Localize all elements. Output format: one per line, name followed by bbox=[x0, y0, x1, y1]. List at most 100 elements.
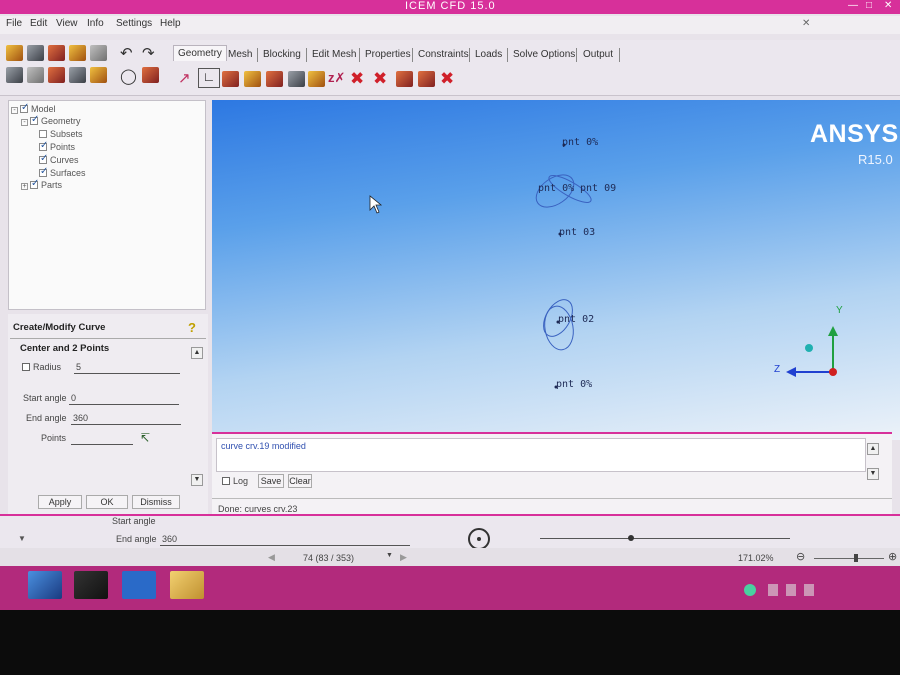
menu-edit[interactable]: Edit bbox=[30, 18, 47, 29]
message-scroll-down-icon[interactable]: ▼ bbox=[867, 468, 879, 480]
tab-mesh[interactable]: Mesh bbox=[228, 49, 252, 60]
menu-help[interactable]: Help bbox=[160, 18, 181, 29]
dropdown-icon[interactable]: ▼ bbox=[386, 552, 393, 559]
mesh-file-icon[interactable] bbox=[69, 45, 86, 61]
scroll-down-icon[interactable]: ▼ bbox=[191, 474, 203, 486]
tree-geometry[interactable]: -Geometry bbox=[21, 114, 81, 126]
collapse-icon[interactable]: - bbox=[11, 107, 18, 114]
checkbox-icon[interactable] bbox=[39, 153, 48, 164]
checkbox-icon[interactable] bbox=[39, 166, 48, 177]
end-angle-field[interactable]: 360 bbox=[71, 413, 181, 425]
timeline-track[interactable] bbox=[540, 538, 790, 539]
timeline-marker[interactable] bbox=[628, 535, 634, 541]
checkbox-icon[interactable] bbox=[30, 114, 39, 125]
zoom-slider[interactable] bbox=[814, 558, 884, 559]
tab-constraints[interactable]: Constraints bbox=[418, 49, 469, 60]
minimize-button[interactable]: — bbox=[848, 0, 858, 11]
create-curve-icon[interactable]: ∟ bbox=[198, 68, 220, 88]
tree-points[interactable]: Points bbox=[39, 140, 75, 152]
create-body-icon[interactable] bbox=[244, 71, 261, 87]
message-scroll-up-icon[interactable]: ▲ bbox=[867, 443, 879, 455]
next-page-icon[interactable]: ▶ bbox=[400, 552, 407, 563]
end-angle-field[interactable]: 360 bbox=[160, 534, 410, 546]
collapse-icon[interactable]: ▼ bbox=[18, 534, 26, 543]
measure-distance-icon[interactable] bbox=[48, 67, 65, 83]
menu-info[interactable]: Info bbox=[87, 18, 104, 29]
tray-volume-icon[interactable] bbox=[768, 584, 778, 596]
delete-body-icon[interactable] bbox=[418, 71, 435, 87]
tree-curves[interactable]: Curves bbox=[39, 153, 79, 165]
blocking-file-icon[interactable] bbox=[90, 45, 107, 61]
save-log-button[interactable]: Save bbox=[258, 474, 284, 488]
checkbox-icon[interactable] bbox=[39, 140, 48, 151]
message-log[interactable]: curve crv.19 modified bbox=[216, 438, 866, 472]
geometry-simplify-icon[interactable] bbox=[308, 71, 325, 87]
dismiss-button[interactable]: Dismiss bbox=[132, 495, 180, 509]
checkbox-icon[interactable] bbox=[20, 102, 29, 113]
zoom-slider-thumb[interactable] bbox=[854, 554, 858, 562]
maximize-button[interactable]: □ bbox=[866, 0, 872, 11]
delete-point-icon[interactable]: ✖ bbox=[350, 69, 364, 89]
apply-button[interactable]: Apply bbox=[38, 495, 82, 509]
ok-button[interactable]: OK bbox=[86, 495, 128, 509]
shade-icon[interactable]: ◯ bbox=[120, 67, 137, 85]
previous-page-icon[interactable]: ◀ bbox=[268, 552, 275, 563]
zoom-box-icon[interactable] bbox=[27, 67, 44, 83]
menu-view[interactable]: View bbox=[56, 18, 78, 29]
start-angle-field[interactable]: 0 bbox=[69, 393, 179, 405]
checkbox-icon[interactable] bbox=[30, 178, 39, 189]
tray-flag-icon[interactable] bbox=[804, 584, 814, 596]
app-icon[interactable] bbox=[28, 571, 62, 599]
tab-geometry[interactable]: Geometry bbox=[173, 45, 227, 61]
tab-properties[interactable]: Properties bbox=[365, 49, 411, 60]
delete-curve-icon[interactable]: ✖ bbox=[373, 69, 387, 89]
repair-geometry-icon[interactable] bbox=[288, 71, 305, 87]
save-project-icon[interactable] bbox=[27, 45, 44, 61]
tab-edit-mesh[interactable]: Edit Mesh bbox=[312, 49, 356, 60]
open-project-icon[interactable] bbox=[6, 45, 23, 61]
target-icon[interactable] bbox=[468, 528, 490, 550]
create-faceted-icon[interactable] bbox=[266, 71, 283, 87]
collapse-icon[interactable]: - bbox=[21, 119, 28, 126]
zoom-in-icon[interactable]: ⊕ bbox=[888, 550, 897, 563]
expand-icon[interactable]: + bbox=[21, 183, 28, 190]
tree-model[interactable]: -Model bbox=[11, 102, 56, 114]
graphics-viewport[interactable]: ANSYS R15.0 pnt 0% pnt 0% pnt 09 pnt 03 … bbox=[212, 100, 900, 440]
undo-icon[interactable]: ↶ bbox=[120, 44, 133, 62]
hide-icon[interactable] bbox=[90, 67, 107, 83]
tree-surfaces[interactable]: Surfaces bbox=[39, 166, 86, 178]
tab-output[interactable]: Output bbox=[583, 49, 613, 60]
tab-solve-options[interactable]: Solve Options bbox=[513, 49, 575, 60]
menu-file[interactable]: File bbox=[6, 18, 22, 29]
redo-icon[interactable]: ↷ bbox=[142, 44, 155, 62]
tray-battery-icon[interactable] bbox=[786, 584, 796, 596]
help-icon[interactable]: ? bbox=[188, 320, 196, 335]
create-surface-icon[interactable] bbox=[222, 71, 239, 87]
radius-field[interactable]: 5 bbox=[74, 362, 180, 374]
checkbox-icon[interactable] bbox=[39, 130, 47, 138]
zoom-out-icon[interactable]: ⊖ bbox=[796, 550, 805, 563]
tab-blocking[interactable]: Blocking bbox=[263, 49, 301, 60]
tray-network-icon[interactable] bbox=[744, 584, 756, 596]
close-icon[interactable]: ✕ bbox=[802, 18, 810, 29]
scroll-up-icon[interactable]: ▲ bbox=[191, 347, 203, 359]
file-explorer-icon[interactable] bbox=[170, 571, 204, 599]
log-checkbox[interactable]: Log bbox=[222, 476, 248, 486]
create-point-icon[interactable]: ↗ bbox=[178, 69, 191, 87]
fit-window-icon[interactable] bbox=[6, 67, 23, 83]
tree-parts[interactable]: +Parts bbox=[21, 178, 62, 190]
delete-any-entity-icon[interactable]: ✖ bbox=[440, 69, 454, 89]
solid-icon[interactable] bbox=[142, 67, 159, 83]
geometry-file-icon[interactable] bbox=[48, 45, 65, 61]
delete-surface-icon[interactable] bbox=[396, 71, 413, 87]
tree-subsets[interactable]: Subsets bbox=[39, 129, 83, 139]
kodi-icon[interactable] bbox=[122, 571, 156, 599]
tab-loads[interactable]: Loads bbox=[475, 49, 502, 60]
measure-angle-icon[interactable] bbox=[69, 67, 86, 83]
points-field[interactable] bbox=[71, 433, 133, 445]
terminal-icon[interactable] bbox=[74, 571, 108, 599]
radius-checkbox[interactable]: Radius bbox=[22, 362, 61, 372]
close-button[interactable]: ✕ bbox=[884, 0, 892, 11]
select-points-icon[interactable]: ↸ bbox=[140, 431, 150, 445]
menu-settings[interactable]: Settings bbox=[116, 18, 152, 29]
